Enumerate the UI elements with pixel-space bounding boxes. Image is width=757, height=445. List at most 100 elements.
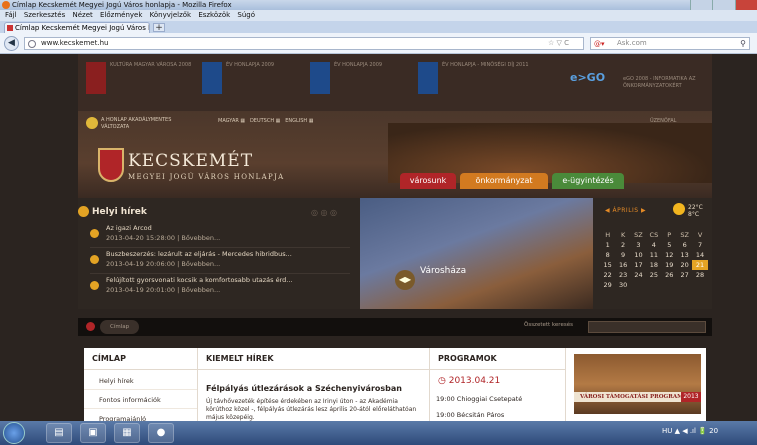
support-program-banner[interactable]: VÁROSI TÁMOGATÁSI PROGRAM 2013 [574,354,701,414]
cimlap-item[interactable]: Programajánló [84,410,197,421]
calendar-day[interactable]: 29 [600,280,615,290]
site-search-input[interactable] [588,321,706,333]
award-minosegi-dij[interactable]: ÉV HONLAPJA - MINŐSÉGI DÍJ 2011 [418,62,529,102]
accessible-version-link[interactable]: A HONLAP AKADÁLYMENTES VÁLTOZATA [86,117,196,131]
window-titlebar: Címlap Kecskemét Megyei Jogú Város honla… [0,0,757,10]
news-title[interactable]: Felújított gyorsvonati kocsik a komforto… [106,276,350,284]
news-header[interactable]: Helyi hírek [92,207,147,217]
calendar-day[interactable]: 8 [600,250,615,260]
close-button[interactable] [734,0,757,10]
news-title[interactable]: Buszbeszerzés: lezárult az eljárás - Mer… [106,250,350,258]
calendar-day[interactable]: 5 [662,240,677,250]
calendar-weekday: P [667,231,672,239]
program-item[interactable]: 19:00 Bécsitán Páros [436,411,504,419]
award-kultura[interactable]: KULTÚRA MAGYAR VÁROSA 2008 [86,62,191,102]
calendar-day[interactable]: 18 [646,260,661,270]
calendar-day[interactable]: 19 [662,260,677,270]
calendar-day[interactable]: 21 [692,260,708,270]
menu-bookmarks[interactable]: Könyvjelzők [150,11,191,19]
explorer-icon[interactable]: ▤ [46,423,72,443]
calendar-day[interactable]: 23 [615,270,630,280]
back-button[interactable]: ◀ [4,36,19,51]
media-icon[interactable]: ▣ [80,423,106,443]
calendar-day[interactable]: 13 [677,250,692,260]
calendar-day[interactable]: 11 [646,250,661,260]
menu-view[interactable]: Nézet [72,11,92,19]
calendar-day[interactable]: 24 [631,270,646,280]
tab-varosunk[interactable]: városunk [400,173,456,189]
news-meta: 2013-04-19 20:06:00 | Bővebben... [106,260,221,268]
lang-english[interactable]: ENGLISH [285,118,307,124]
news-item[interactable]: Buszbeszerzés: lezárult az eljárás - Mer… [90,250,350,274]
menu-history[interactable]: Előzmények [100,11,142,19]
calendar-day[interactable]: 28 [692,270,707,280]
ask-engine-icon[interactable]: @▾ [594,39,605,50]
calendar-day[interactable]: 26 [662,270,677,280]
award-ego[interactable]: eGO 2008 - INFORMATIKA AZ ÖNKORMÁNYZATOK… [623,76,709,116]
program-item[interactable]: 19:00 Chioggiai Csetepaté [436,395,522,403]
calendar-day[interactable]: 1 [600,240,615,250]
calendar-month[interactable]: ◀ ÁPRILIS ▶ [605,207,646,214]
kiemelt-title[interactable]: Félpályás útlezárások a Széchenyivárosba… [206,384,402,393]
menu-tools[interactable]: Eszközök [198,11,230,19]
tab-onkormanyzat[interactable]: önkormányzat [460,173,548,189]
firefox-taskbar-icon[interactable]: ● [148,423,174,443]
minimize-button[interactable] [690,0,713,10]
calendar-day[interactable]: 14 [692,250,707,260]
nav-bar: ◀ www.kecskemet.hu ☆ ▽ C @▾ Ask.com ⚲ [0,33,757,54]
featured-slideshow[interactable]: ◀▶ Városháza [360,198,593,309]
url-bar[interactable]: www.kecskemet.hu [24,37,584,50]
excel-icon[interactable]: ▦ [114,423,140,443]
news-pager[interactable]: ◎ ◎ ◎ [311,208,337,217]
calendar-day[interactable]: 27 [677,270,692,280]
detailed-search-link[interactable]: Összetett keresés [524,322,573,328]
ego-logo[interactable]: e>GO [570,72,605,114]
award-ev-honlapja-2[interactable]: ÉV HONLAPJA 2009 [310,62,382,102]
slide-arrows-icon[interactable]: ◀▶ [395,270,415,290]
menu-file[interactable]: Fájl [5,11,17,19]
calendar-day[interactable]: 30 [615,280,630,290]
tab-kecskemet[interactable]: Címlap Kecskemét Megyei Jogú Város h... [4,22,150,33]
calendar-day[interactable]: 7 [692,240,707,250]
search-icon[interactable]: ⚲ [740,38,746,49]
calendar-day[interactable]: 16 [615,260,630,270]
local-news-panel: Helyi hírek ◎ ◎ ◎ Az igazi Arcod 2013-04… [78,198,360,309]
calendar-day[interactable]: 4 [646,240,661,250]
calendar-day[interactable]: 6 [677,240,692,250]
city-crest-icon[interactable] [98,148,124,182]
lang-magyar[interactable]: MAGYAR [218,118,239,124]
new-tab-button[interactable]: + [153,23,165,33]
calendar-day[interactable]: 2 [615,240,630,250]
site-logo-title[interactable]: KECSKEMÉT [128,151,253,171]
calendar-day[interactable]: 17 [631,260,646,270]
trophy-icon [202,62,222,94]
calendar-day[interactable]: 15 [600,260,615,270]
news-item[interactable]: Felújított gyorsvonati kocsik a komforto… [90,276,350,300]
menu-help[interactable]: Súgó [237,11,255,19]
calendar-day[interactable]: 12 [662,250,677,260]
breadcrumb[interactable]: Címlap [100,320,140,334]
home-icon[interactable] [86,322,95,331]
calendar-day[interactable]: 22 [600,270,615,280]
maximize-button[interactable] [712,0,735,10]
tab-e-ugyintezes[interactable]: e-ügyintézés [552,173,624,189]
lang-deutsch[interactable]: DEUTSCH [250,118,274,124]
cimlap-item[interactable]: Fontos információk [84,391,197,409]
menu-edit[interactable]: Szerkesztés [24,11,65,19]
system-tray[interactable]: HU ▲ ◀ .ıl 🔋 20 [662,427,718,435]
search-input[interactable]: @▾ Ask.com ⚲ [590,37,750,50]
bookmark-star-icon[interactable]: ☆ ▽ C [548,37,569,49]
calendar-day[interactable]: 3 [631,240,646,250]
news-icon [78,206,89,217]
news-item[interactable]: Az igazi Arcod 2013-04-20 15:28:00 | Bőv… [90,224,350,248]
calendar-day[interactable]: 25 [646,270,661,280]
cimlap-item[interactable]: Helyi hírek [84,372,197,390]
news-meta: 2013-04-20 15:28:00 | Bővebben... [106,234,221,242]
calendar-day[interactable]: 20 [677,260,692,270]
calendar-day[interactable]: 9 [615,250,630,260]
news-title[interactable]: Az igazi Arcod [106,224,350,232]
calendar-day[interactable]: 10 [631,250,646,260]
award-ev-honlapja-1[interactable]: ÉV HONLAPJA 2009 [202,62,274,102]
calendar-day [692,280,707,290]
start-button[interactable] [3,422,25,444]
